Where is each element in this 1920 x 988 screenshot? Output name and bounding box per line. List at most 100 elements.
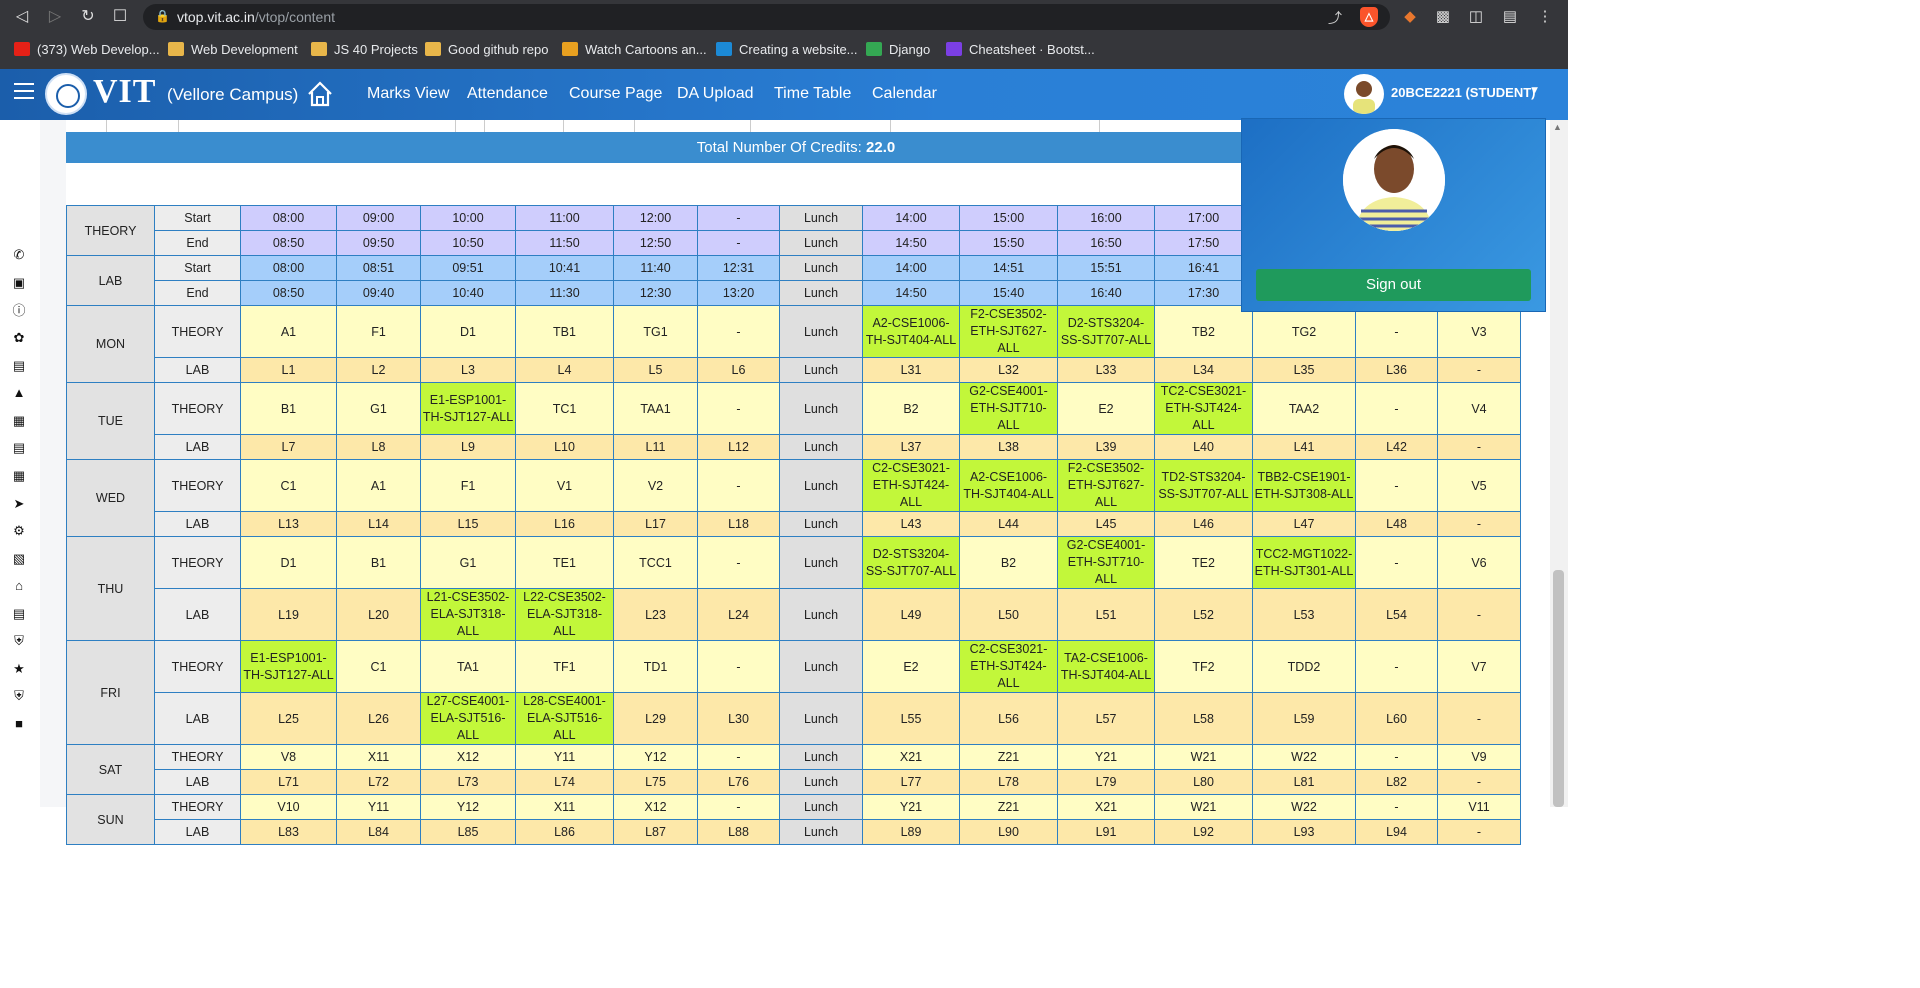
bookmark-item[interactable]: Creating a website... bbox=[716, 40, 858, 60]
bookmark-item[interactable]: Web Development bbox=[168, 40, 298, 60]
slot-type-label: THEORY bbox=[154, 794, 241, 820]
info-icon[interactable]: ⓘ bbox=[12, 304, 26, 318]
slot-type-label: LAB bbox=[154, 434, 241, 460]
time-cell: 15:51 bbox=[1057, 255, 1155, 281]
avatar[interactable] bbox=[1344, 74, 1384, 114]
briefcase-icon[interactable]: ▣ bbox=[12, 276, 26, 290]
share-icon[interactable]: ⤴ bbox=[1328, 8, 1342, 28]
slot-cell: L40 bbox=[1154, 434, 1253, 460]
video-icon bbox=[716, 42, 732, 56]
metamask-icon[interactable]: ◆ bbox=[1399, 6, 1421, 28]
sign-out-button[interactable]: Sign out bbox=[1256, 269, 1531, 301]
profile-photo bbox=[1343, 129, 1445, 231]
bookmark-item[interactable]: Good github repo bbox=[425, 40, 548, 60]
slot-cell: L11 bbox=[613, 434, 698, 460]
slot-row-label: End bbox=[154, 280, 241, 306]
lock-icon[interactable]: ■ bbox=[12, 717, 26, 731]
brave-shield-icon[interactable]: △ bbox=[1360, 7, 1378, 27]
home-icon[interactable]: ⌂ bbox=[12, 579, 26, 593]
slot-cell: V10 bbox=[240, 794, 337, 820]
time-cell: 14:50 bbox=[862, 280, 960, 306]
slot-cell: Lunch bbox=[779, 588, 863, 641]
home-icon[interactable] bbox=[306, 80, 334, 108]
paw-icon[interactable]: ✿ bbox=[12, 331, 26, 345]
sidebar-toggle-icon[interactable]: ◫ bbox=[1465, 6, 1487, 28]
gear-icon[interactable]: ⚙ bbox=[12, 524, 26, 538]
site-icon bbox=[562, 42, 578, 56]
slot-cell: X12 bbox=[420, 744, 516, 770]
scrollbar-thumb[interactable] bbox=[1553, 570, 1564, 807]
bookmark-item[interactable]: (373) Web Develop... bbox=[14, 40, 160, 60]
money-icon[interactable]: ▧ bbox=[12, 552, 26, 566]
slot-cell: Lunch bbox=[779, 769, 863, 795]
slot-cell: L19 bbox=[240, 588, 337, 641]
slot-cell: B2 bbox=[959, 536, 1058, 589]
timetable-row: LAB L13 L14 L15 L16 L17 L18 Lunch L43 L44 L45 L46 L4… bbox=[67, 511, 1521, 537]
slot-cell: W22 bbox=[1252, 794, 1356, 820]
slot-cell: X11 bbox=[515, 794, 614, 820]
bookmark-label: Django bbox=[889, 42, 931, 57]
slot-cell: L44 bbox=[959, 511, 1058, 537]
browser-toolbar: ◁ ▷ ↻ ☐ 🔒 vtop.vit.ac.in/vtop/content ⤴ … bbox=[0, 0, 1568, 34]
slot-cell: L8 bbox=[336, 434, 421, 460]
slot-cell: TAA1 bbox=[613, 382, 698, 435]
extensions-icon[interactable]: ▩ bbox=[1432, 6, 1454, 28]
nav-calendar[interactable]: Calendar bbox=[872, 85, 937, 103]
book-icon[interactable]: ▤ bbox=[12, 607, 26, 621]
time-cell: 08:50 bbox=[240, 280, 337, 306]
slot-cell: - bbox=[1437, 769, 1521, 795]
slot-type-label: THEORY bbox=[154, 382, 241, 435]
address-bar[interactable]: 🔒 vtop.vit.ac.in/vtop/content ⤴ △ bbox=[143, 4, 1390, 30]
bookmark-item[interactable]: Cheatsheet · Bootst... bbox=[946, 40, 1095, 60]
registered-slot-cell: E1-ESP1001-TH-SJT127-ALL bbox=[420, 382, 516, 435]
book-icon[interactable]: ▤ bbox=[12, 441, 26, 455]
graduation-cap-icon[interactable]: ▲ bbox=[12, 386, 26, 400]
bookmark-label: Watch Cartoons an... bbox=[585, 42, 707, 57]
plane-icon[interactable]: ➤ bbox=[12, 497, 26, 511]
shield-icon[interactable]: ⛨ bbox=[12, 689, 26, 703]
caret-down-icon[interactable]: ▼ bbox=[1530, 85, 1540, 96]
bookmark-item[interactable]: Watch Cartoons an... bbox=[562, 40, 707, 60]
registered-slot-cell: D2-STS3204-SS-SJT707-ALL bbox=[1057, 305, 1155, 358]
forward-icon[interactable]: ▷ bbox=[44, 6, 66, 28]
bookmark-item[interactable]: JS 40 Projects bbox=[311, 40, 418, 60]
nav-da-upload[interactable]: DA Upload bbox=[677, 85, 754, 103]
slot-type-label: LAB bbox=[154, 511, 241, 537]
day-label: THU bbox=[66, 536, 155, 641]
bookmark-label: Good github repo bbox=[448, 42, 549, 57]
slot-cell: L37 bbox=[862, 434, 960, 460]
slot-cell: TG2 bbox=[1252, 305, 1356, 358]
bookmark-icon[interactable]: ☐ bbox=[109, 6, 131, 28]
registered-slot-cell: A2-CSE1006-TH-SJT404-ALL bbox=[959, 459, 1058, 512]
slot-cell: L93 bbox=[1252, 819, 1356, 845]
slot-cell: L36 bbox=[1355, 357, 1438, 383]
nav-course-page[interactable]: Course Page bbox=[569, 85, 662, 103]
slot-cell: - bbox=[697, 305, 780, 358]
back-icon[interactable]: ◁ bbox=[11, 6, 33, 28]
url-text: vtop.vit.ac.in/vtop/content bbox=[177, 9, 335, 25]
slot-cell: TD1 bbox=[613, 640, 698, 693]
nav-time-table[interactable]: Time Table bbox=[774, 85, 851, 103]
scroll-up-arrow-icon[interactable]: ▲ bbox=[1553, 122, 1562, 132]
menu-icon[interactable]: ⋮ bbox=[1534, 6, 1556, 28]
hamburger-icon[interactable] bbox=[14, 83, 34, 99]
book-icon[interactable]: ▤ bbox=[12, 359, 26, 373]
university-icon[interactable]: ▦ bbox=[12, 414, 26, 428]
user-menu-label[interactable]: 20BCE2221 (STUDENT) bbox=[1391, 85, 1536, 100]
bookmark-item[interactable]: Django bbox=[866, 40, 930, 60]
wallet-icon[interactable]: ▤ bbox=[1499, 6, 1521, 28]
url-path: /vtop/content bbox=[254, 9, 335, 25]
trophy-icon[interactable]: ★ bbox=[12, 662, 26, 676]
bookmark-label: Web Development bbox=[191, 42, 298, 57]
slot-cell: Y12 bbox=[420, 794, 516, 820]
university-icon[interactable]: ▦ bbox=[12, 469, 26, 483]
slot-cell: L48 bbox=[1355, 511, 1438, 537]
nav-attendance[interactable]: Attendance bbox=[467, 85, 548, 103]
phone-icon[interactable]: ✆ bbox=[12, 248, 26, 262]
slot-cell: - bbox=[1355, 305, 1438, 358]
shield-icon[interactable]: ⛨ bbox=[12, 634, 26, 648]
nav-marks-view[interactable]: Marks View bbox=[367, 85, 449, 103]
registered-slot-cell: G2-CSE4001-ETH-SJT710-ALL bbox=[1057, 536, 1155, 589]
time-cell: 17:50 bbox=[1154, 230, 1253, 256]
reload-icon[interactable]: ↻ bbox=[77, 6, 99, 28]
